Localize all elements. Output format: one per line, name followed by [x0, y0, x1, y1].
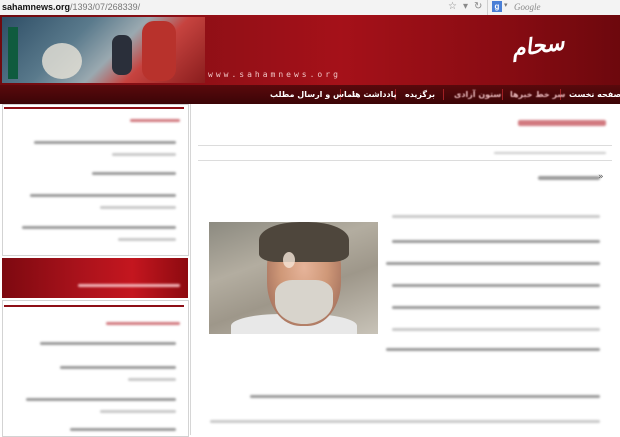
sidebar-link[interactable]	[30, 194, 176, 197]
sidebar-link[interactable]	[100, 206, 176, 209]
article-text-line	[392, 284, 600, 287]
nav-divider	[502, 89, 503, 100]
sidebar-box-header-rule	[4, 107, 184, 109]
url-text[interactable]: sahamnews.org/1393/07/268339/	[2, 1, 140, 13]
banner-text	[78, 284, 180, 287]
divider	[198, 160, 612, 161]
photo-hair-shape	[259, 222, 349, 262]
article-text-line	[386, 262, 600, 265]
site-domain: www.sahamnews.org	[208, 70, 341, 79]
sidebar-link[interactable]	[118, 238, 176, 241]
article-meta	[494, 152, 606, 154]
browser-toolbar: sahamnews.org/1393/07/268339/ ☆ ▾ ↻ g ▾ Go…	[0, 0, 620, 16]
article-title	[538, 176, 600, 180]
photo-highlight-shape	[283, 252, 295, 268]
photo-flag-shape	[8, 27, 18, 79]
search-bar[interactable]: g ▾ Google	[490, 1, 618, 13]
nav-item-freedom[interactable]: ستون آزادی	[454, 85, 501, 104]
nav-item-notes[interactable]: یادداشت ها	[352, 85, 397, 104]
sidebar-ad-banner[interactable]	[2, 258, 188, 298]
article-text-line	[392, 306, 600, 309]
article-category[interactable]	[518, 120, 606, 126]
article-photo	[209, 222, 378, 334]
header-photo	[2, 17, 205, 83]
chevron-right-icon: »	[598, 172, 604, 182]
url-path: /1393/07/268339/	[70, 2, 141, 12]
photo-person-shape	[112, 35, 132, 75]
article-text-line	[392, 328, 600, 331]
sidebar-link[interactable]	[70, 428, 176, 431]
sidebar-link[interactable]	[128, 378, 176, 381]
main-nav: صفحه نخست سر خط خبرها ستون آزادی برگزیده…	[0, 85, 620, 104]
address-actions: ☆ ▾ ↻	[448, 1, 488, 13]
google-icon[interactable]: g	[492, 1, 502, 12]
sidebar-box-title	[130, 119, 180, 122]
nav-item-headlines[interactable]: سر خط خبرها	[510, 85, 565, 104]
sidebar-link[interactable]	[100, 410, 176, 413]
sidebar-link[interactable]	[26, 398, 176, 401]
article-text-line	[210, 420, 600, 423]
sidebar-link[interactable]	[34, 141, 176, 144]
star-icon[interactable]: ☆	[448, 1, 457, 12]
url-domain: sahamnews.org	[2, 2, 71, 12]
dropdown-icon[interactable]: ▾	[463, 1, 468, 12]
chevron-down-icon[interactable]: ▾	[504, 1, 508, 9]
sidebar-link[interactable]	[60, 366, 176, 369]
sidebar-box-header-rule	[4, 305, 184, 307]
article-text-line	[250, 395, 600, 398]
nav-item-home[interactable]: صفحه نخست	[569, 85, 620, 104]
sidebar-box-title	[106, 322, 180, 325]
address-bar[interactable]: sahamnews.org/1393/07/268339/	[0, 0, 488, 15]
photo-flowers-shape	[42, 43, 82, 79]
nav-divider	[443, 89, 444, 100]
photo-photographer-shape	[142, 21, 176, 81]
nav-item-selected[interactable]: برگزیده	[405, 85, 435, 104]
article-text-line	[392, 240, 600, 243]
search-input[interactable]: Google	[514, 1, 541, 13]
divider	[198, 145, 612, 146]
sidebar-box-top	[2, 104, 189, 256]
article-text-line	[386, 348, 600, 351]
nav-item-contact[interactable]: تماس و ارسال مطلب	[270, 85, 355, 104]
sidebar-link[interactable]	[22, 226, 176, 229]
sidebar-link[interactable]	[112, 153, 176, 156]
reload-icon[interactable]: ↻	[474, 1, 482, 12]
sidebar-link[interactable]	[92, 172, 176, 175]
article-text-line	[392, 215, 600, 218]
photo-beard-shape	[275, 280, 333, 324]
sidebar-link[interactable]	[40, 342, 176, 345]
